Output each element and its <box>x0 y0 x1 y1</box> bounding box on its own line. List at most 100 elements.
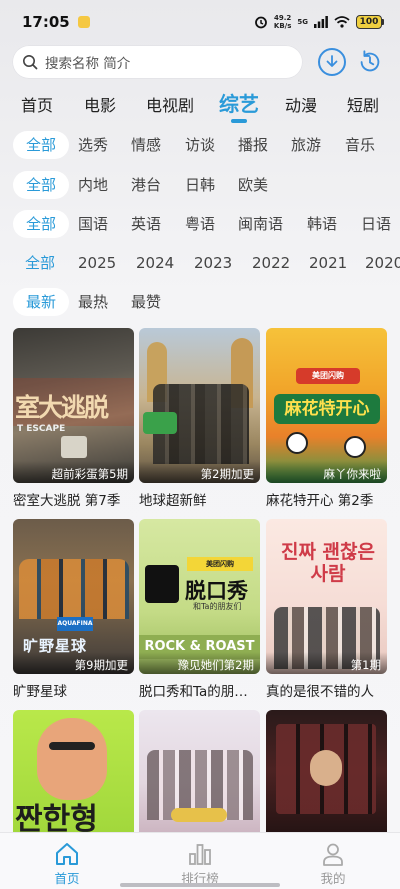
show-title[interactable]: 密室大逃脱 第7季 <box>13 489 134 509</box>
filter-region-option[interactable]: 内地 <box>78 171 108 199</box>
filter-year-option[interactable]: 2023 <box>194 249 232 277</box>
filter-type-option[interactable]: 访谈 <box>185 131 215 159</box>
show-poster[interactable] <box>139 710 260 832</box>
filter-type-option[interactable]: 情感 <box>131 131 161 159</box>
search-input[interactable]: 搜索名称 简介 <box>12 45 303 79</box>
filter-year-option[interactable]: 2020 <box>365 249 400 277</box>
filter-row-sort: 最新 最热 最赞 <box>0 288 400 318</box>
episode-badge: 豫见她们第2期 <box>139 652 260 674</box>
notification-app-icon <box>77 16 90 28</box>
filter-language-option[interactable]: 粤语 <box>185 210 215 238</box>
filter-row-type: 全部 选秀 情感 访谈 播报 旅游 音乐 <box>0 131 400 161</box>
show-poster[interactable] <box>266 710 387 832</box>
home-indicator[interactable] <box>120 883 280 887</box>
show-card[interactable] <box>139 710 260 832</box>
show-card[interactable]: 室大逃脱 T ESCAPE 超前彩蛋第5期 密室大逃脱 第7季 <box>13 328 134 509</box>
show-card[interactable]: 美团闪购 脱口秀 和Ta的朋友们 ROCK & ROAST 豫见她们第2期 脱口… <box>139 519 260 700</box>
filter-language-option[interactable]: 英语 <box>131 210 161 238</box>
show-card[interactable]: 짠한형 <box>13 710 134 832</box>
filter-region-option[interactable]: 欧美 <box>238 171 268 199</box>
home-icon <box>27 841 107 867</box>
show-title[interactable]: 地球超新鲜 <box>139 489 260 509</box>
filter-region-option[interactable]: 港台 <box>131 171 161 199</box>
poster-title-art: 진짜 괜찮은 사람 <box>280 541 375 585</box>
net-speed: 49.2 KB/s <box>274 14 291 30</box>
poster-title-art: 짠한형 <box>15 802 98 832</box>
filter-year-option[interactable]: 2025 <box>78 249 116 277</box>
filter-language-option[interactable]: 日语 <box>361 210 391 238</box>
bottom-nav: 首页 排行榜 我的 <box>0 832 400 889</box>
filter-year-option[interactable]: 2022 <box>252 249 290 277</box>
show-card[interactable]: 美团闪购 麻花特开心 麻丫你来啦 麻花特开心 第2季 <box>266 328 387 509</box>
download-icon <box>326 55 338 67</box>
poster-subtitle-art: 和Ta的朋友们 <box>193 602 242 611</box>
filter-type-option[interactable]: 选秀 <box>78 131 108 159</box>
history-button[interactable] <box>356 48 384 76</box>
status-bar: 17:05 49.2 KB/s 5G 100 <box>0 0 400 44</box>
net-speed-unit: KB/s <box>273 22 292 30</box>
profile-icon <box>293 841 373 867</box>
battery-icon: 100 <box>356 15 384 29</box>
episode-badge: 第9期加更 <box>13 652 134 674</box>
nav-ranking[interactable]: 排行榜 <box>160 841 240 887</box>
ranking-icon <box>160 841 240 867</box>
nav-home-label: 首页 <box>54 871 80 886</box>
poster-subtitle-art: T ESCAPE <box>17 424 66 434</box>
filter-year-option[interactable]: 2024 <box>136 249 174 277</box>
filter-language-option[interactable]: 国语 <box>78 210 108 238</box>
show-card[interactable] <box>266 710 387 832</box>
episode-badge: 第1期 <box>266 652 387 674</box>
filter-language-all[interactable]: 全部 <box>13 210 70 238</box>
filter-type-option[interactable]: 播报 <box>238 131 268 159</box>
show-title[interactable]: 麻花特开心 第2季 <box>266 489 387 509</box>
tab-movies[interactable]: 电影 <box>84 92 116 128</box>
filter-type-option[interactable]: 旅游 <box>291 131 321 159</box>
filter-year-all[interactable]: 全部 <box>25 249 55 277</box>
show-poster[interactable]: 美团闪购 脱口秀 和Ta的朋友们 ROCK & ROAST 豫见她们第2期 <box>139 519 260 674</box>
filter-region-all[interactable]: 全部 <box>13 171 70 199</box>
episode-badge: 第2期加更 <box>139 461 260 483</box>
show-poster[interactable]: 第2期加更 <box>139 328 260 483</box>
show-poster[interactable]: 美团闪购 麻花特开心 麻丫你来啦 <box>266 328 387 483</box>
show-poster[interactable]: 짠한형 <box>13 710 134 832</box>
tab-variety-label: 综艺 <box>219 92 259 116</box>
nav-home[interactable]: 首页 <box>27 841 107 887</box>
filter-language-option[interactable]: 闽南语 <box>238 210 283 238</box>
filter-type-option[interactable]: 音乐 <box>345 131 375 159</box>
filter-language-option[interactable]: 韩语 <box>307 210 337 238</box>
active-tab-indicator <box>231 119 247 123</box>
tab-home[interactable]: 首页 <box>21 92 53 128</box>
status-indicators: 49.2 KB/s 5G 100 <box>254 14 384 30</box>
tab-variety[interactable]: 综艺 <box>219 88 259 124</box>
nav-profile[interactable]: 我的 <box>293 841 373 887</box>
poster-title-art: 室大逃脱 <box>15 393 109 422</box>
show-card[interactable]: AQUAFINA 旷野星球 第9期加更 旷野星球 <box>13 519 134 700</box>
search-icon <box>22 53 40 71</box>
search-placeholder: 搜索名称 简介 <box>45 56 131 72</box>
sort-most-liked[interactable]: 最赞 <box>131 288 161 316</box>
net-speed-value: 49.2 <box>273 14 292 22</box>
show-card[interactable]: 진짜 괜찮은 사람 第1期 真的是很不错的人 <box>266 519 387 700</box>
show-title[interactable]: 真的是很不错的人 <box>266 680 387 700</box>
show-poster[interactable]: 진짜 괜찮은 사람 第1期 <box>266 519 387 674</box>
show-title[interactable]: 旷野星球 <box>13 680 134 700</box>
filter-type-all[interactable]: 全部 <box>13 131 70 159</box>
sort-hottest[interactable]: 最热 <box>78 288 108 316</box>
show-poster[interactable]: 室大逃脱 T ESCAPE 超前彩蛋第5期 <box>13 328 134 483</box>
history-icon <box>360 50 380 72</box>
show-poster[interactable]: AQUAFINA 旷野星球 第9期加更 <box>13 519 134 674</box>
sort-latest[interactable]: 最新 <box>13 288 70 316</box>
alarm-icon <box>254 15 268 29</box>
search-row: 搜索名称 简介 <box>12 45 392 79</box>
filter-year-option[interactable]: 2021 <box>309 249 347 277</box>
poster-title-art: 麻花特开心 <box>274 394 380 424</box>
show-title[interactable]: 脱口秀和Ta的朋友们 <box>139 680 260 700</box>
filter-region-option[interactable]: 日韩 <box>185 171 215 199</box>
category-tabs: 首页 电影 电视剧 综艺 动漫 短剧 <box>0 86 400 124</box>
show-card[interactable]: 第2期加更 地球超新鲜 <box>139 328 260 509</box>
download-button[interactable] <box>318 48 346 76</box>
tab-short-drama[interactable]: 短剧 <box>347 92 379 128</box>
tab-anime[interactable]: 动漫 <box>285 92 317 128</box>
tab-tv-series[interactable]: 电视剧 <box>146 92 194 128</box>
filter-row-language: 全部 国语 英语 粤语 闽南语 韩语 日语 <box>0 210 400 240</box>
